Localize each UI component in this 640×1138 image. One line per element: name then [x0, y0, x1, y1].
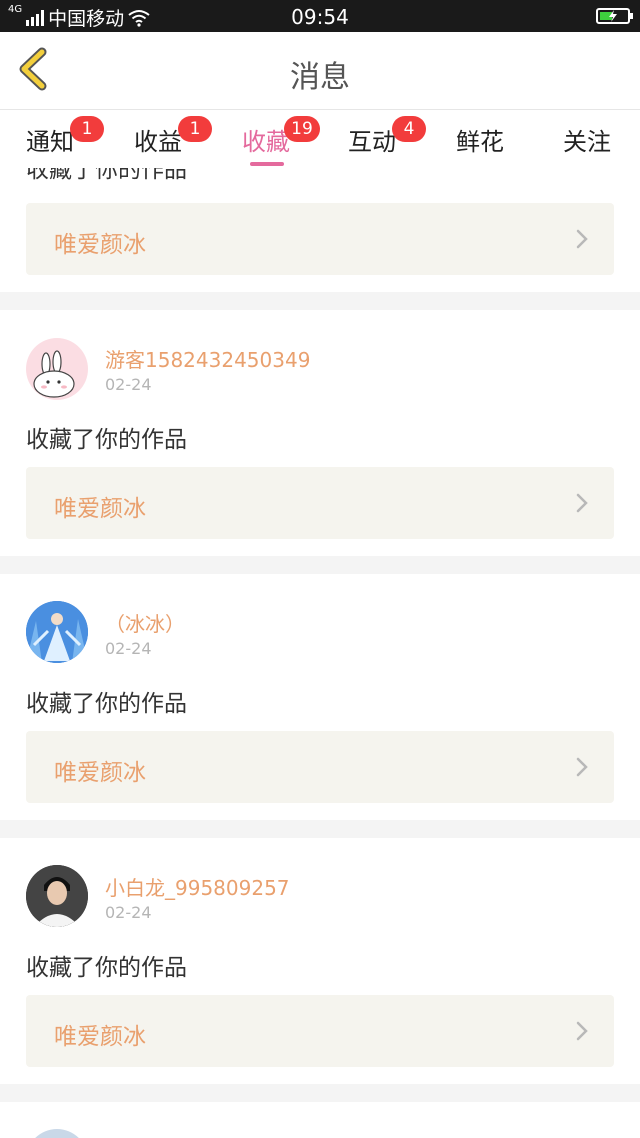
timestamp: 02-24 — [105, 903, 152, 922]
ice-princess-avatar[interactable] — [26, 601, 88, 663]
tab-label: 鲜花 — [456, 128, 504, 156]
username[interactable]: 游客1582432450349 — [105, 344, 310, 373]
status-bar: 4G 中国移动 09:54 — [0, 0, 640, 32]
work-title: 唯爱颜冰 — [54, 760, 146, 786]
tab-label: 收藏 — [242, 128, 290, 156]
tab-label: 通知 — [26, 128, 74, 156]
chevron-right-icon — [576, 757, 588, 777]
favorite-item — [0, 1102, 640, 1138]
work-link[interactable]: 唯爱颜冰 — [26, 203, 614, 275]
action-text: 收藏了你的作品 — [26, 691, 187, 717]
action-text: 收藏了你的作品 — [26, 427, 187, 453]
work-link[interactable]: 唯爱颜冰 — [26, 731, 614, 803]
tab-label: 收益 — [134, 128, 182, 156]
tab-interactions[interactable]: 互动 4 — [348, 116, 426, 157]
page-title: 消息 — [290, 60, 350, 95]
action-text: 收藏了你的作品 — [26, 955, 187, 981]
tab-label: 关注 — [563, 128, 611, 156]
tab-label: 互动 — [348, 128, 396, 156]
active-tab-indicator — [250, 162, 284, 166]
battery-icon — [596, 8, 633, 24]
work-link[interactable]: 唯爱颜冰 — [26, 467, 614, 539]
work-link[interactable]: 唯爱颜冰 — [26, 995, 614, 1067]
clock: 09:54 — [291, 5, 349, 29]
timestamp: 02-24 — [105, 639, 152, 658]
favorite-item: 小白龙_995809257 02-24 收藏了你的作品 唯爱颜冰 — [0, 838, 640, 1084]
tab-badge: 19 — [284, 116, 320, 142]
username[interactable]: （冰冰） — [105, 608, 185, 637]
tab-favorites[interactable]: 收藏 19 — [242, 116, 320, 157]
username[interactable]: 小白龙_995809257 — [105, 872, 290, 901]
header: 消息 — [0, 32, 640, 110]
tab-badge: 4 — [392, 116, 426, 142]
message-tabs: 通知 1 收益 1 收藏 19 互动 4 鲜花 关注 — [0, 110, 640, 168]
portrait-avatar[interactable] — [26, 865, 88, 927]
favorite-item: 收藏了你的作品 唯爱颜冰 — [0, 168, 640, 292]
chevron-right-icon — [576, 229, 588, 249]
work-title: 唯爱颜冰 — [54, 1024, 146, 1050]
tab-badge: 1 — [178, 116, 212, 142]
timestamp: 02-24 — [105, 375, 152, 394]
avatar[interactable] — [26, 1129, 88, 1138]
tab-following[interactable]: 关注 — [563, 122, 611, 157]
tab-flowers[interactable]: 鲜花 — [456, 122, 504, 157]
favorite-item: （冰冰） 02-24 收藏了你的作品 唯爱颜冰 — [0, 574, 640, 820]
action-text: 收藏了你的作品 — [26, 168, 187, 183]
work-title: 唯爱颜冰 — [54, 496, 146, 522]
tab-badge: 1 — [70, 116, 104, 142]
work-title: 唯爱颜冰 — [54, 232, 146, 258]
chevron-right-icon — [576, 1021, 588, 1041]
chevron-right-icon — [576, 493, 588, 513]
tab-earnings[interactable]: 收益 1 — [134, 116, 212, 157]
tab-notifications[interactable]: 通知 1 — [26, 116, 104, 157]
bunny-avatar[interactable] — [26, 338, 88, 400]
favorite-item: 游客1582432450349 02-24 收藏了你的作品 唯爱颜冰 — [0, 310, 640, 556]
